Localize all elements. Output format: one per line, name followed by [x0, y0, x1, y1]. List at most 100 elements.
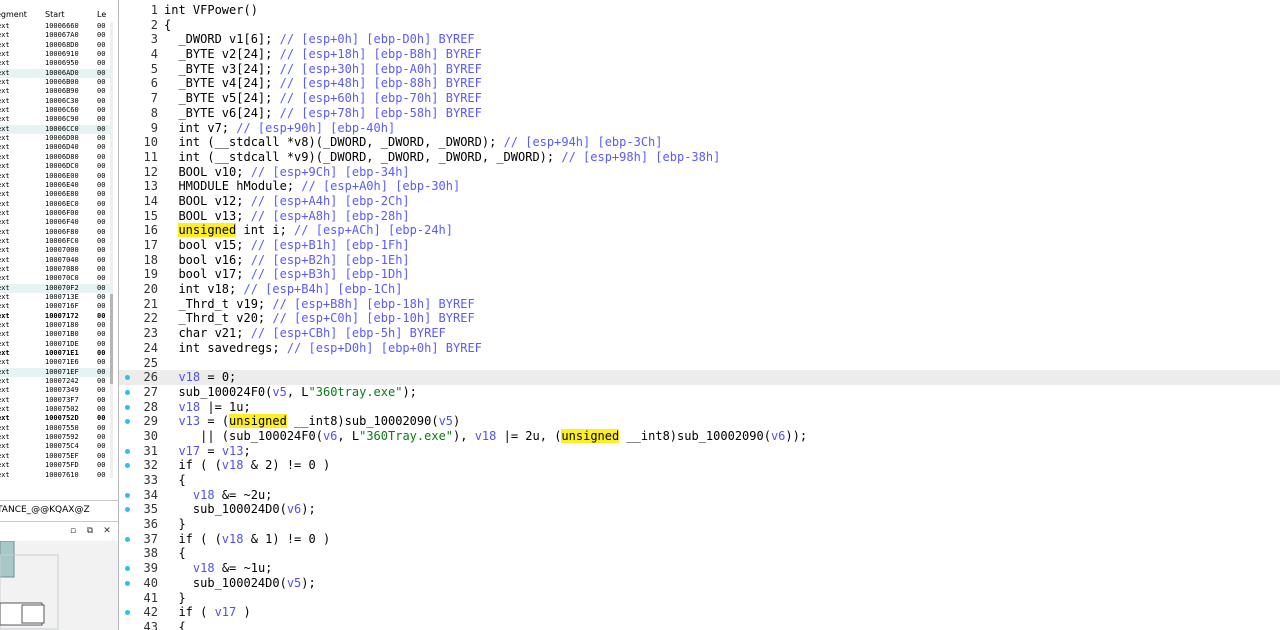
segment-row[interactable]: ext 100075FD 00: [0, 461, 110, 470]
segment-row[interactable]: ext 10006C90 00: [0, 115, 110, 124]
code-line[interactable]: 7 _BYTE v5[24]; // [esp+60h] [ebp-70h] B…: [119, 91, 1280, 106]
variable-token[interactable]: v18: [222, 458, 244, 472]
code-line[interactable]: 36 }: [119, 517, 1280, 532]
code-line[interactable]: 33 {: [119, 473, 1280, 488]
code-line[interactable]: 27 sub_100024F0(v5, L"360tray.exe");: [119, 385, 1280, 400]
segment-row[interactable]: ext 1000716F 00: [0, 302, 110, 311]
pseudocode-view[interactable]: 1 int VFPower() 2{3 _DWORD v1[6]; // [esp+…: [119, 0, 1280, 630]
graph-overview[interactable]: [0, 541, 118, 630]
segment-row[interactable]: ext 100071DE 00: [0, 340, 110, 349]
segment-row[interactable]: ext 10007550 00: [0, 424, 110, 433]
code-line[interactable]: 41 }: [119, 591, 1280, 606]
segment-row[interactable]: ext 100067A0 00: [0, 31, 110, 40]
breakpoint-dot-icon[interactable]: [125, 507, 130, 513]
code-line[interactable]: 15 BOOL v13; // [esp+A8h] [ebp-28h]: [119, 209, 1280, 224]
code-line[interactable]: 4 _BYTE v2[24]; // [esp+18h] [ebp-B8h] B…: [119, 47, 1280, 62]
code-line[interactable]: 10 int (__stdcall *v8)(_DWORD, _DWORD, _…: [119, 135, 1280, 150]
code-line[interactable]: 14 BOOL v12; // [esp+A4h] [ebp-2Ch]: [119, 194, 1280, 209]
segment-row[interactable]: ext 10006AD0 00: [0, 68, 110, 79]
segment-row[interactable]: ext 10007000 00: [0, 246, 110, 255]
segment-column-header[interactable]: egment: [0, 10, 27, 19]
code-line[interactable]: 12 BOOL v10; // [esp+9Ch] [ebp-34h]: [119, 165, 1280, 180]
segment-row[interactable]: ext 100075C4 00: [0, 442, 110, 451]
restore-icon[interactable]: ▫: [67, 525, 79, 537]
code-line[interactable]: 31 v17 = v13;: [119, 444, 1280, 459]
breakpoint-dot-icon[interactable]: [125, 389, 130, 395]
variable-token[interactable]: v18: [475, 429, 497, 443]
code-line[interactable]: 28 v18 |= 1u;: [119, 400, 1280, 415]
code-line[interactable]: 34 v18 &= ~2u;: [119, 488, 1280, 503]
segments-scrollbar[interactable]: [110, 22, 113, 478]
keyword-highlight[interactable]: unsigned: [229, 414, 287, 429]
variable-token[interactable]: v18: [193, 488, 215, 502]
variable-token[interactable]: v18: [222, 532, 244, 546]
segment-row[interactable]: ext 10006F40 00: [0, 218, 110, 227]
code-line[interactable]: 39 v18 &= ~1u;: [119, 561, 1280, 576]
segment-row[interactable]: ext 10007040 00: [0, 256, 110, 265]
code-line[interactable]: 18 bool v16; // [esp+B2h] [ebp-1Eh]: [119, 253, 1280, 268]
segment-row[interactable]: ext 10006D80 00: [0, 153, 110, 162]
segment-row[interactable]: ext 1000752D 00: [0, 414, 110, 423]
code-line[interactable]: 30 || (sub_100024F0(v6, L"360Tray.exe"),…: [119, 428, 1280, 444]
segment-row[interactable]: ext 100070C0 00: [0, 274, 110, 283]
variable-token[interactable]: v17: [215, 605, 237, 619]
segment-row[interactable]: ext 100071E1 00: [0, 349, 110, 358]
variable-token[interactable]: v6: [287, 502, 301, 516]
segment-row[interactable]: ext 10006E80 00: [0, 190, 110, 199]
segment-row[interactable]: ext 10006910 00: [0, 50, 110, 59]
code-line[interactable]: 20 int v18; // [esp+B4h] [ebp-1Ch]: [119, 282, 1280, 297]
segment-row[interactable]: ext 10006EC0 00: [0, 200, 110, 209]
code-line[interactable]: 38 {: [119, 546, 1280, 561]
segment-row[interactable]: ext 10007180 00: [0, 321, 110, 330]
keyword-highlight[interactable]: unsigned: [561, 428, 620, 443]
code-line[interactable]: 35 sub_100024D0(v6);: [119, 502, 1280, 517]
variable-token[interactable]: v13: [178, 414, 200, 428]
breakpoint-dot-icon[interactable]: [125, 448, 130, 454]
code-line[interactable]: 8 _BYTE v6[24]; // [esp+78h] [ebp-58h] B…: [119, 106, 1280, 121]
variable-token[interactable]: v17: [178, 444, 200, 458]
code-line[interactable]: 37 if ( (v18 & 1) != 0 ): [119, 532, 1280, 547]
variable-token[interactable]: v6: [771, 429, 785, 443]
code-line[interactable]: 22 _Thrd_t v20; // [esp+C0h] [ebp-10h] B…: [119, 311, 1280, 326]
segment-row[interactable]: ext 10006660 00: [0, 22, 110, 31]
keyword-highlight[interactable]: unsigned: [178, 223, 237, 238]
segment-row[interactable]: ext 100070F2 00: [0, 283, 110, 293]
length-column-header[interactable]: Le: [97, 10, 106, 19]
segment-row[interactable]: ext 10006D00 00: [0, 134, 110, 143]
code-line[interactable]: 29 v13 = (unsigned __int8)sub_10002090(v…: [119, 414, 1280, 429]
variable-token[interactable]: v18: [178, 370, 200, 384]
segment-row[interactable]: ext 10006E00 00: [0, 172, 110, 181]
code-line[interactable]: 23 char v21; // [esp+CBh] [ebp-5h] BYREF: [119, 326, 1280, 341]
segment-row[interactable]: ext 100071E6 00: [0, 358, 110, 367]
segment-row[interactable]: ext 10006950 00: [0, 59, 110, 68]
segment-row[interactable]: ext 10007592 00: [0, 433, 110, 442]
code-line[interactable]: 19 bool v17; // [esp+B3h] [ebp-1Dh]: [119, 267, 1280, 282]
segment-row[interactable]: ext 10006D40 00: [0, 143, 110, 152]
segment-row[interactable]: ext 10007502 00: [0, 405, 110, 414]
code-line[interactable]: 16 unsigned int i; // [esp+ACh] [ebp-24h…: [119, 223, 1280, 238]
code-line[interactable]: 1 int VFPower(): [119, 3, 1280, 18]
code-line[interactable]: 6 _BYTE v4[24]; // [esp+48h] [ebp-88h] B…: [119, 76, 1280, 91]
code-line[interactable]: 11 int (__stdcall *v9)(_DWORD, _DWORD, _…: [119, 150, 1280, 165]
breakpoint-dot-icon[interactable]: [125, 566, 130, 572]
segment-row[interactable]: ext 10006E40 00: [0, 181, 110, 190]
segment-row[interactable]: ext 100073F7 00: [0, 396, 110, 405]
code-line[interactable]: 13 HMODULE hModule; // [esp+A0h] [ebp-30…: [119, 179, 1280, 194]
float-window-icon[interactable]: ⧉: [84, 525, 96, 537]
segment-row[interactable]: ext 100071EF 00: [0, 367, 110, 378]
segment-row[interactable]: ext 10006CC0 00: [0, 124, 110, 135]
breakpoint-dot-icon[interactable]: [125, 492, 130, 498]
variable-token[interactable]: v6: [323, 429, 337, 443]
start-column-header[interactable]: Start: [45, 10, 65, 19]
code-line[interactable]: 25: [119, 356, 1280, 371]
segment-row[interactable]: ext 10007080 00: [0, 265, 110, 274]
code-line[interactable]: 43 {: [119, 620, 1280, 630]
segment-row[interactable]: ext 100071B0 00: [0, 330, 110, 339]
code-line[interactable]: 2{: [119, 18, 1280, 33]
segment-row[interactable]: ext 100075EF 00: [0, 452, 110, 461]
variable-token[interactable]: v18: [178, 400, 200, 414]
breakpoint-dot-icon[interactable]: [125, 404, 130, 410]
segment-row[interactable]: ext 10007349 00: [0, 386, 110, 395]
code-line[interactable]: 9 int v7; // [esp+90h] [ebp-40h]: [119, 121, 1280, 136]
segment-row[interactable]: ext 100068D0 00: [0, 41, 110, 50]
